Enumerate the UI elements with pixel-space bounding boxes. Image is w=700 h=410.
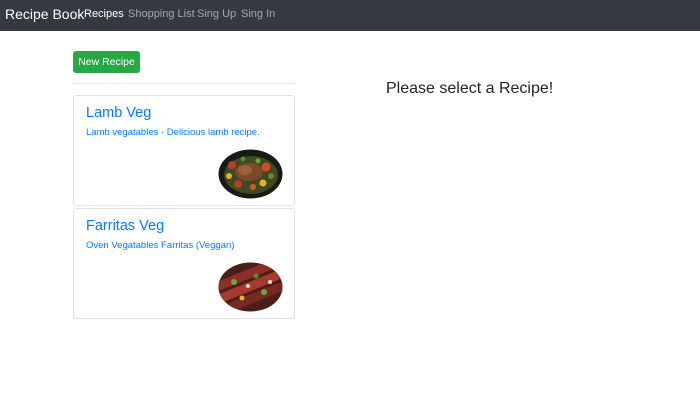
farritas-dish-image bbox=[218, 262, 283, 312]
new-recipe-button[interactable]: New Recipe bbox=[73, 51, 140, 73]
nav-link-sign-up[interactable]: Sing Up bbox=[197, 8, 236, 20]
navbar: Recipe Book Recipes Shopping List Sing U… bbox=[0, 0, 700, 31]
recipe-description[interactable]: Lamb vegatables - Delicious lamb recipe. bbox=[86, 127, 260, 138]
recipe-title[interactable]: Farritas Veg bbox=[86, 218, 164, 234]
nav-link-sign-in[interactable]: Sing In bbox=[241, 8, 275, 20]
lamb-dish-image bbox=[218, 149, 283, 199]
recipe-card-farritas-veg[interactable]: Farritas Veg Oven Vegatables Farritas (V… bbox=[73, 208, 295, 319]
nav-link-recipes[interactable]: Recipes bbox=[84, 8, 124, 20]
brand-link[interactable]: Recipe Book bbox=[5, 6, 84, 22]
recipe-card-lamb-veg[interactable]: Lamb Veg Lamb vegatables - Delicious lam… bbox=[73, 95, 295, 206]
recipe-title[interactable]: Lamb Veg bbox=[86, 105, 151, 121]
recipe-description[interactable]: Oven Vegatables Farritas (Veggan) bbox=[86, 240, 234, 251]
nav-link-shopping-list[interactable]: Shopping List bbox=[128, 8, 195, 20]
select-recipe-message: Please select a Recipe! bbox=[386, 80, 554, 97]
divider bbox=[73, 83, 295, 84]
